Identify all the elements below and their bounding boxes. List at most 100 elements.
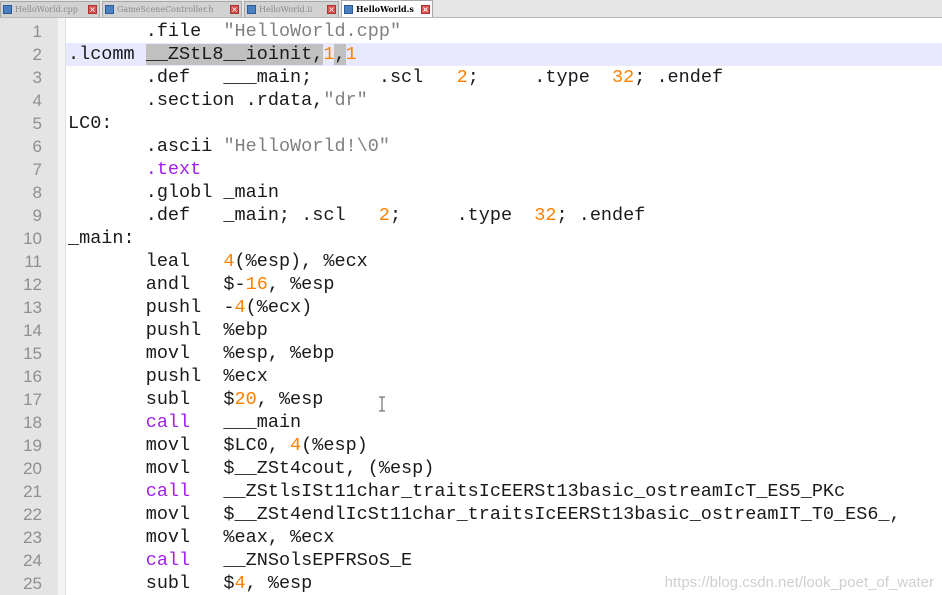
code-text: andl $-16, %esp — [68, 273, 335, 296]
code-token: 2 — [378, 205, 390, 226]
code-token: __ZNSolsEPFRSoS_E — [190, 550, 413, 571]
code-token: ___main — [190, 412, 302, 433]
close-icon[interactable]: × — [88, 5, 97, 14]
code-token: 32 — [534, 205, 557, 226]
code-token: ; .type — [467, 67, 613, 88]
code-line[interactable]: 4 .section .rdata,"dr" — [0, 89, 942, 112]
line-number: 9 — [32, 206, 42, 225]
line-number: 20 — [23, 459, 42, 478]
line-number: 25 — [23, 574, 42, 593]
line-number: 22 — [23, 505, 42, 524]
close-icon[interactable]: × — [421, 4, 430, 14]
code-line[interactable]: 23 movl %eax, %ecx — [0, 526, 942, 549]
code-line[interactable]: 7 .text — [0, 158, 942, 181]
code-token: ; .type — [389, 205, 535, 226]
code-line[interactable]: 20 movl $__ZSt4cout, (%esp) — [0, 457, 942, 480]
text-cursor-icon — [379, 396, 385, 412]
line-number: 15 — [23, 344, 42, 363]
code-line[interactable]: 8 .globl _main — [0, 181, 942, 204]
code-line[interactable]: 13 pushl -4(%ecx) — [0, 296, 942, 319]
code-line[interactable]: 10 _main: — [0, 227, 942, 250]
code-token: pushl %ebp — [68, 320, 268, 341]
code-text: call __ZNSolsEPFRSoS_E — [68, 549, 412, 572]
code-line[interactable]: 11 leal 4(%esp), %ecx — [0, 250, 942, 273]
line-number: 3 — [32, 68, 42, 87]
close-icon[interactable]: × — [327, 5, 336, 14]
code-token: (%ecx) — [245, 297, 313, 318]
tab-3[interactable]: HelloWorld.s × — [341, 0, 433, 17]
code-token: 4 — [234, 573, 246, 594]
code-token: 1 — [323, 44, 335, 65]
code-text: pushl -4(%ecx) — [68, 296, 313, 319]
code-token: .text — [68, 159, 202, 180]
tab-2[interactable]: HelloWorld.ii × — [244, 1, 339, 17]
code-token: .lcomm — [68, 44, 146, 65]
close-icon[interactable]: × — [230, 5, 239, 14]
code-text: .lcomm __ZStL8__ioinit,1,1 — [68, 43, 357, 66]
code-token: 16 — [245, 274, 268, 295]
line-number: 11 — [24, 252, 42, 271]
code-token: movl %eax, %ecx — [68, 527, 335, 548]
code-token: .ascii — [68, 136, 224, 157]
code-token: pushl - — [68, 297, 235, 318]
code-text: .def ___main; .scl 2; .type 32; .endef — [68, 66, 723, 89]
code-line[interactable]: 14 pushl %ebp — [0, 319, 942, 342]
file-icon — [3, 5, 12, 14]
code-text: call __ZStlsISt11char_traitsIcEERSt13bas… — [68, 480, 845, 503]
code-line[interactable]: 12 andl $-16, %esp — [0, 273, 942, 296]
code-line[interactable]: 15 movl %esp, %ebp — [0, 342, 942, 365]
line-number: 7 — [32, 160, 42, 179]
code-token: 4 — [223, 251, 235, 272]
code-line[interactable]: 21 call __ZStlsISt11char_traitsIcEERSt13… — [0, 480, 942, 503]
code-line[interactable]: 19 movl $LC0, 4(%esp) — [0, 434, 942, 457]
tab-0[interactable]: HelloWorld.cpp × — [0, 1, 100, 17]
code-line[interactable]: 17 subl $20, %esp — [0, 388, 942, 411]
code-text: .text — [68, 158, 202, 181]
line-number: 16 — [23, 367, 42, 386]
line-number: 19 — [23, 436, 42, 455]
watermark: https://blog.csdn.net/look_poet_of_water — [664, 574, 934, 591]
code-line[interactable]: 16 pushl %ecx — [0, 365, 942, 388]
code-line[interactable]: 2 .lcomm __ZStL8__ioinit,1,1 — [0, 43, 942, 66]
tab-label: HelloWorld.ii — [259, 5, 313, 14]
code-token: ; .endef — [634, 67, 724, 88]
code-token: .def ___main; .scl — [68, 67, 457, 88]
code-token: , %esp — [245, 573, 313, 594]
code-token: .globl _main — [68, 182, 279, 203]
code-line[interactable]: 18 call ___main — [0, 411, 942, 434]
code-line[interactable]: 3 .def ___main; .scl 2; .type 32; .endef — [0, 66, 942, 89]
code-token: __ZStL8__ioinit, — [145, 44, 324, 65]
code-editor[interactable]: 1 .file "HelloWorld.cpp" 2 .lcomm __ZStL8_… — [0, 20, 942, 595]
code-line[interactable]: 9 .def _main; .scl 2; .type 32; .endef — [0, 204, 942, 227]
code-line[interactable]: 6 .ascii "HelloWorld!\0" — [0, 135, 942, 158]
code-text: movl %eax, %ecx — [68, 526, 335, 549]
code-token: call — [68, 481, 191, 502]
code-text: movl $LC0, 4(%esp) — [68, 434, 368, 457]
code-token: 4 — [290, 435, 302, 456]
tab-1[interactable]: GameSceneController.h × — [102, 1, 242, 17]
code-line[interactable]: 22 movl $__ZSt4endlIcSt11char_traitsIcEE… — [0, 503, 942, 526]
code-line[interactable]: 5 LC0: — [0, 112, 942, 135]
code-token: "HelloWorld.cpp" — [223, 21, 402, 42]
code-text: .def _main; .scl 2; .type 32; .endef — [68, 204, 646, 227]
code-line[interactable]: 1 .file "HelloWorld.cpp" — [0, 20, 942, 43]
code-token: LC0: — [68, 113, 113, 134]
line-number: 21 — [23, 482, 42, 501]
code-text: pushl %ebp — [68, 319, 268, 342]
code-line[interactable]: 24 call __ZNSolsEPFRSoS_E — [0, 549, 942, 572]
line-number: 23 — [23, 528, 42, 547]
file-icon — [105, 5, 114, 14]
line-number: 14 — [23, 321, 42, 340]
code-token: andl $- — [68, 274, 246, 295]
code-token: .file — [68, 21, 224, 42]
code-token: leal — [68, 251, 224, 272]
tab-label: HelloWorld.s — [356, 4, 414, 14]
code-text: .file "HelloWorld.cpp" — [68, 20, 401, 43]
code-token: "dr" — [323, 90, 368, 111]
code-token: movl $__ZSt4endlIcSt11char_traitsIcEERSt… — [68, 504, 901, 525]
code-text: _main: — [68, 227, 135, 250]
code-text: pushl %ecx — [68, 365, 268, 388]
code-token: ; .endef — [556, 205, 646, 226]
line-number: 10 — [23, 229, 42, 248]
code-token: movl $LC0, — [68, 435, 291, 456]
